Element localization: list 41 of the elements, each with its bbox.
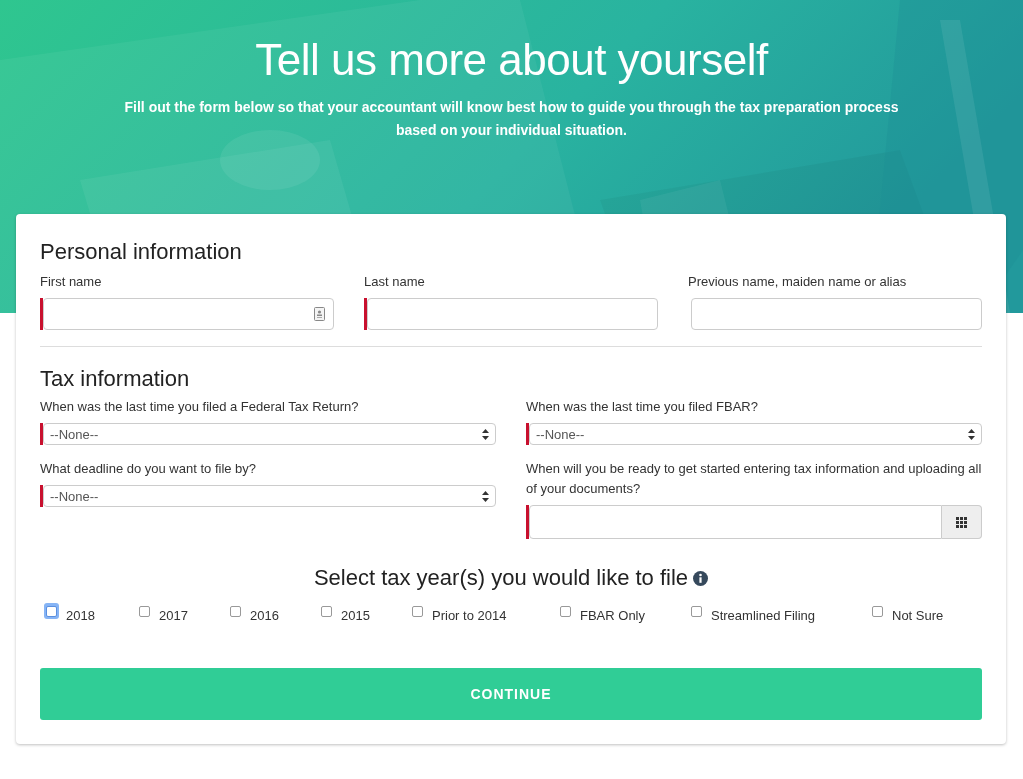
checkbox[interactable]	[691, 606, 702, 617]
sort-arrows-icon	[968, 428, 975, 440]
section-heading: Select tax year(s) you would like to file	[313, 565, 689, 591]
calendar-button[interactable]	[942, 505, 982, 539]
checkbox-label: 2015	[341, 607, 370, 623]
checkbox-label: FBAR Only	[580, 607, 645, 623]
select-field[interactable]: --None--	[529, 423, 982, 445]
input-field[interactable]	[43, 298, 334, 330]
input-field[interactable]	[691, 298, 982, 330]
checkbox-label: 2016	[250, 607, 279, 623]
page-subtitle: Fill out the form below so that your accountant will know best how to guide you through the tax preparation process based on your individual situation.	[123, 98, 900, 140]
checkbox-label: 2017	[159, 607, 188, 623]
sort-arrows-icon	[482, 490, 489, 502]
checkbox-label: 2018	[66, 607, 95, 623]
select-field[interactable]: --None--	[43, 423, 496, 445]
checkbox[interactable]	[560, 606, 571, 617]
field-label: Last name	[364, 273, 426, 291]
checkbox[interactable]	[230, 606, 241, 617]
date-field[interactable]	[529, 505, 942, 539]
checkbox[interactable]	[872, 606, 883, 617]
sort-arrows-icon	[482, 428, 489, 440]
field-label: First name	[40, 273, 103, 291]
input-field[interactable]	[367, 298, 658, 330]
checkbox-label: Not Sure	[892, 607, 944, 623]
field-label: When was the last time you filed FBAR?	[526, 398, 759, 416]
checkbox-label: Prior to 2014	[432, 607, 507, 623]
section-heading: Personal information	[40, 238, 243, 266]
page-title: Tell us more about yourself	[254, 34, 770, 86]
field-label: Previous name, maiden name or alias	[688, 273, 908, 291]
field-label: When will you be ready to get started entering tax information and uploading all of your documents?	[526, 460, 982, 498]
info-icon[interactable]	[693, 570, 709, 586]
field-label: When was the last time you filed a Federal Tax Return?	[40, 398, 360, 416]
checkbox-label: Streamlined Filing	[711, 607, 816, 623]
field-label: What deadline do you want to file by?	[40, 460, 258, 478]
section-heading: Tax information	[40, 365, 191, 393]
grid-icon	[956, 516, 967, 528]
select-field[interactable]: --None--	[43, 485, 496, 507]
checkbox[interactable]	[412, 606, 423, 617]
checkbox[interactable]	[321, 606, 332, 617]
checkbox[interactable]	[139, 606, 150, 617]
contact-card-icon[interactable]	[314, 307, 325, 321]
